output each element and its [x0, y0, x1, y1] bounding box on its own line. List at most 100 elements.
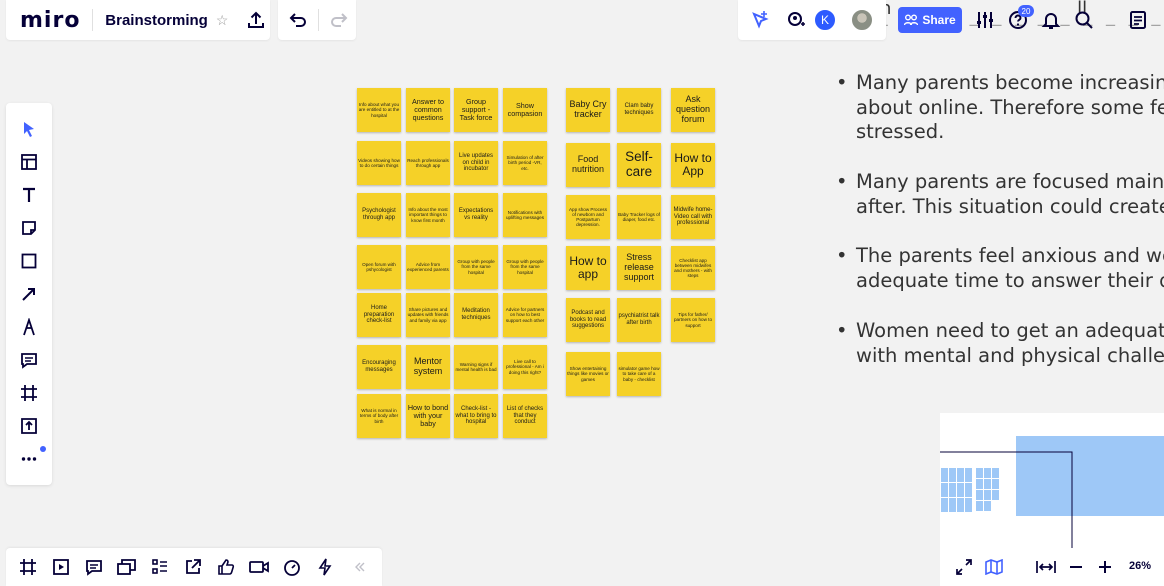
star-icon[interactable]: ☆ — [216, 12, 229, 29]
presentation-icon[interactable] — [45, 551, 77, 583]
notification-count-badge: 20 — [1018, 5, 1034, 17]
sticky-note[interactable]: Psychologist through app — [357, 193, 401, 237]
sticky-note[interactable]: Food nutrition — [566, 143, 610, 187]
upload-icon[interactable] — [13, 410, 45, 442]
board-header: miro Brainstorming ☆ — [6, 0, 270, 40]
zoom-out-icon[interactable] — [1069, 560, 1083, 579]
upload-icon[interactable] — [242, 4, 270, 36]
sticky-note[interactable]: Info about what you are entitled to at t… — [357, 88, 401, 132]
sticky-note[interactable]: simulator game how to take care of a bab… — [617, 352, 661, 396]
sticky-note[interactable]: List of checks that they conduct — [503, 394, 547, 438]
fit-icon[interactable] — [1036, 560, 1056, 579]
sticky-note-icon[interactable] — [13, 212, 45, 244]
sticky-note[interactable]: Live call to professional - Am i doing t… — [503, 345, 547, 389]
sticky-note[interactable]: Answer to common questions — [406, 88, 450, 132]
users-icon — [904, 14, 919, 26]
left-toolbar — [6, 103, 52, 485]
comments-icon[interactable] — [78, 551, 110, 583]
sticky-note[interactable]: What is normal in terms of body after bi… — [357, 394, 401, 438]
sticky-note[interactable]: Expectations vs reality — [454, 193, 498, 237]
miro-logo[interactable]: miro — [20, 8, 80, 33]
zoom-level[interactable]: 26% — [1129, 560, 1151, 572]
timer-icon[interactable] — [276, 551, 308, 583]
sticky-note[interactable]: How to App — [671, 143, 715, 187]
divider — [318, 9, 319, 31]
sticky-note[interactable]: Share pictures and updates with friends … — [406, 293, 450, 337]
frame-icon[interactable] — [13, 377, 45, 409]
bell-icon[interactable] — [1041, 10, 1061, 35]
map-icon[interactable] — [985, 558, 1003, 580]
sticky-note[interactable]: How to bond with your baby — [406, 394, 450, 438]
sticky-note[interactable]: Live updates on child in incubator — [454, 141, 498, 185]
sticky-note[interactable]: Advice for partners on how to best suppo… — [503, 293, 547, 337]
sticky-note[interactable]: Meditation techniques — [454, 293, 498, 337]
sticky-note[interactable]: Simulation of after birth period -VR, et… — [503, 141, 547, 185]
collapse-icon[interactable] — [344, 551, 376, 583]
shape-icon[interactable] — [13, 245, 45, 277]
redo-icon[interactable] — [323, 4, 355, 36]
video-icon[interactable] — [243, 551, 275, 583]
sticky-note[interactable]: Warning signs if mental health is bad — [454, 345, 498, 389]
board-title[interactable]: Brainstorming — [105, 12, 208, 29]
sticky-note[interactable]: App show Process of newborn and Postpart… — [566, 195, 610, 239]
settings-sliders-icon[interactable] — [975, 10, 995, 35]
arrow-icon[interactable] — [13, 278, 45, 310]
add-user-icon[interactable] — [780, 4, 812, 36]
sticky-note[interactable]: Info about the most important things to … — [406, 193, 450, 237]
list-icon[interactable] — [144, 551, 176, 583]
sticky-note[interactable]: Baby Tracker logs of diaper, food etc. — [617, 195, 661, 239]
sticky-note[interactable]: Group with people from the same hospital — [503, 245, 547, 289]
pen-icon[interactable] — [13, 311, 45, 343]
sticky-note[interactable]: Group with people from the same hospital — [454, 245, 498, 289]
sticky-note[interactable]: Home preparation check-list — [357, 293, 401, 337]
sticky-note[interactable]: Baby Cry tracker — [566, 88, 610, 132]
frames-icon[interactable] — [12, 551, 44, 583]
sticky-note[interactable]: How to app — [566, 246, 610, 290]
sticky-note[interactable]: Open forum with pshycologist — [357, 245, 401, 289]
undo-redo-bar — [278, 0, 356, 40]
sticky-note[interactable]: Encouraging messages — [357, 345, 401, 389]
search-icon[interactable] — [1074, 10, 1094, 35]
sticky-note[interactable]: Checklist app between midwifes and mothe… — [671, 246, 715, 290]
reactions-icon[interactable] — [744, 4, 776, 36]
templates-icon[interactable] — [13, 146, 45, 178]
select-icon[interactable] — [13, 113, 45, 145]
sticky-note[interactable]: Ask question forum — [671, 88, 715, 132]
divider — [92, 9, 94, 31]
sticky-note[interactable]: Show compasion — [503, 88, 547, 132]
avatar-photo[interactable] — [850, 8, 874, 32]
comment-icon[interactable] — [13, 344, 45, 376]
zoom-bar: 26% — [940, 548, 1164, 586]
export-icon[interactable] — [177, 551, 209, 583]
share-button[interactable]: Share — [898, 7, 962, 33]
sticky-note[interactable]: Notifications with uplifting messages — [503, 193, 547, 237]
sticky-note[interactable]: Reach professionals through app — [406, 141, 450, 185]
sticky-note[interactable]: Podcast and books to read suggestions — [566, 298, 610, 342]
sticky-note[interactable]: Midwife home- Video call with profession… — [671, 195, 715, 239]
sticky-note[interactable]: Videos showing how to do certain things — [357, 141, 401, 185]
sticky-note[interactable]: Stress release support — [617, 246, 661, 290]
minimap-canvas — [940, 436, 1164, 548]
undo-icon[interactable] — [282, 4, 314, 36]
fullscreen-icon[interactable] — [956, 559, 972, 580]
lightning-icon[interactable] — [309, 551, 341, 583]
zoom-in-icon[interactable] — [1098, 560, 1112, 579]
sticky-note[interactable]: Advice from experienced parents — [406, 245, 450, 289]
voting-icon[interactable] — [210, 551, 242, 583]
share-label: Share — [922, 13, 956, 27]
board-text-block: n ll ‾ ‾ ‾ ‾ ‾ ‾ ‾ ‾ ‾ ‾ ‾ ‾ ‾ ‾ ‾ • Man… — [836, 0, 1164, 400]
text-icon[interactable] — [13, 179, 45, 211]
sticky-note[interactable]: Tips for father/ partners on how to supp… — [671, 298, 715, 342]
sticky-note[interactable]: Clam baby techniques — [617, 88, 661, 132]
sticky-note[interactable]: Mentor system — [406, 345, 450, 389]
sticky-note[interactable]: Check-list - what to bring to hospital — [454, 394, 498, 438]
cards-icon[interactable] — [111, 551, 143, 583]
sticky-note[interactable]: psychiatrist talk after birth — [617, 298, 661, 342]
sticky-note[interactable]: Self-care — [617, 143, 661, 187]
bottom-toolbar — [6, 548, 382, 586]
avatar[interactable]: K — [813, 8, 837, 32]
minimap[interactable] — [940, 413, 1164, 548]
notes-icon[interactable] — [1128, 10, 1148, 35]
sticky-note[interactable]: Show entertaining things like movies or … — [566, 352, 610, 396]
sticky-note[interactable]: Group support - Task force — [454, 88, 498, 132]
